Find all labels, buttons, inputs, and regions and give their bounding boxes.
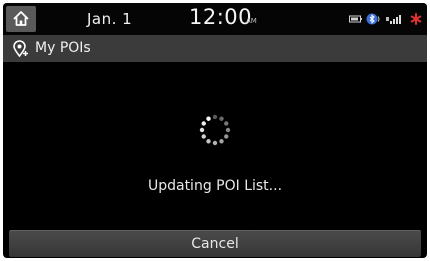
alert-icon bbox=[410, 13, 422, 25]
status-bar: Jan. 1 12:00 AM bbox=[3, 3, 427, 35]
spinner-dot bbox=[206, 139, 211, 144]
home-button[interactable] bbox=[6, 6, 36, 32]
spinner-dot bbox=[219, 139, 224, 144]
spinner-dot bbox=[212, 140, 218, 146]
battery-icon bbox=[349, 15, 362, 23]
spinner-dot bbox=[219, 116, 224, 121]
home-icon bbox=[13, 11, 29, 26]
signal-icon bbox=[386, 15, 401, 24]
cancel-button[interactable]: Cancel bbox=[9, 230, 421, 257]
screen-frame: Jan. 1 12:00 AM My POIs Updating POI Lis… bbox=[3, 3, 427, 258]
spinner-dot bbox=[225, 127, 231, 133]
title-bar: My POIs bbox=[3, 35, 427, 62]
spinner-dot bbox=[224, 134, 229, 139]
bluetooth-icon bbox=[366, 13, 380, 25]
main-content: Updating POI List... bbox=[3, 62, 427, 230]
poi-pin-icon bbox=[13, 40, 28, 58]
date-display: Jan. 1 bbox=[87, 10, 133, 28]
am-pm-indicator: AM bbox=[246, 17, 257, 25]
spinner-dot bbox=[199, 127, 205, 133]
spinner-dot bbox=[206, 116, 211, 121]
loading-spinner-icon bbox=[199, 114, 231, 146]
spinner-dot bbox=[201, 121, 206, 126]
spinner-dot bbox=[224, 121, 229, 126]
page-title: My POIs bbox=[35, 40, 91, 56]
loading-status-text: Updating POI List... bbox=[147, 178, 283, 194]
clock-display: 12:00 bbox=[189, 5, 253, 29]
spinner-dot bbox=[212, 114, 218, 120]
spinner-dot bbox=[201, 134, 206, 139]
